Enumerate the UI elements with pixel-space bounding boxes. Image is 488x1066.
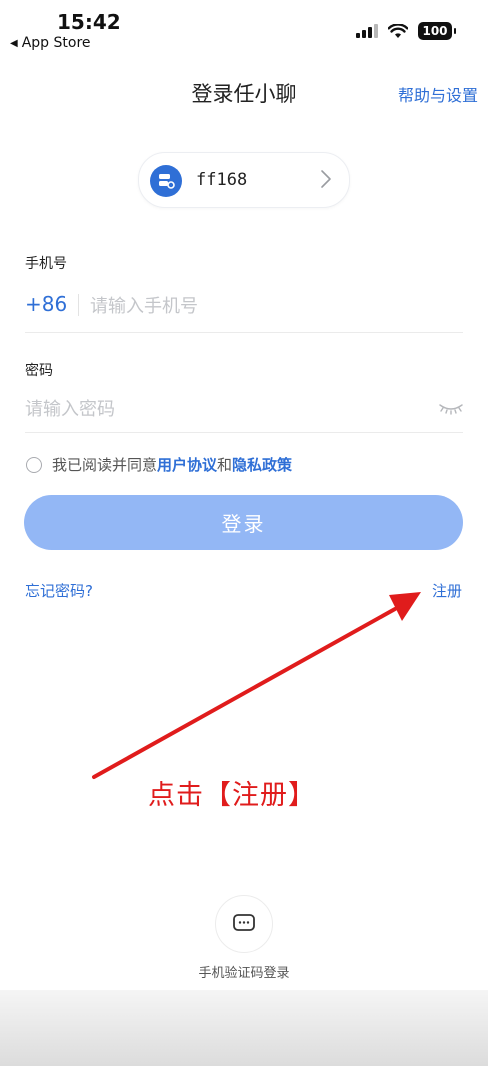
country-code-selector[interactable]: +86: [25, 292, 67, 316]
chevron-right-icon: [321, 170, 331, 188]
status-indicators: 100: [356, 22, 456, 40]
login-screen: 15:42 ◀ App Store 100 登录任小聊 帮助与设置 ff168: [0, 0, 488, 1066]
annotation-text: 点击【注册】: [148, 780, 316, 811]
agreement-and: 和: [217, 456, 233, 474]
phone-underline: [25, 332, 463, 333]
server-selector[interactable]: ff168: [138, 152, 350, 208]
status-time: 15:42: [57, 10, 121, 34]
agreement-checkbox[interactable]: [26, 456, 42, 473]
password-label: 密码: [25, 363, 53, 379]
login-button[interactable]: 登录: [24, 495, 463, 550]
agreement-row: 我已阅读并同意 用户协议 和 隐私政策: [26, 454, 292, 475]
cellular-signal-icon: [356, 24, 378, 38]
wifi-icon: [388, 23, 408, 38]
prefix-divider: [78, 294, 79, 316]
back-triangle-icon: ◀: [10, 37, 18, 49]
server-name: ff168: [196, 170, 248, 190]
phone-input[interactable]: [90, 292, 450, 320]
phone-label: 手机号: [25, 256, 67, 272]
user-agreement-link[interactable]: 用户协议: [157, 454, 217, 475]
forgot-password-link[interactable]: 忘记密码?: [25, 580, 93, 601]
agreement-prefix: 我已阅读并同意: [52, 456, 158, 474]
password-input[interactable]: [25, 395, 405, 423]
help-settings-link[interactable]: 帮助与设置: [398, 82, 478, 106]
battery-icon: 100: [418, 22, 456, 40]
back-to-app-store[interactable]: ◀ App Store: [10, 35, 91, 51]
privacy-policy-link[interactable]: 隐私政策: [232, 454, 292, 475]
server-icon: [150, 165, 182, 197]
back-app-label: App Store: [21, 35, 91, 51]
sms-login-button[interactable]: [215, 895, 273, 953]
register-link[interactable]: 注册: [432, 580, 462, 601]
chat-bubble-icon: [233, 914, 255, 931]
sms-login-label: 手机验证码登录: [198, 966, 290, 981]
password-underline: [25, 432, 463, 433]
eye-closed-icon[interactable]: [438, 400, 464, 416]
bottom-gradient: [0, 990, 488, 1066]
